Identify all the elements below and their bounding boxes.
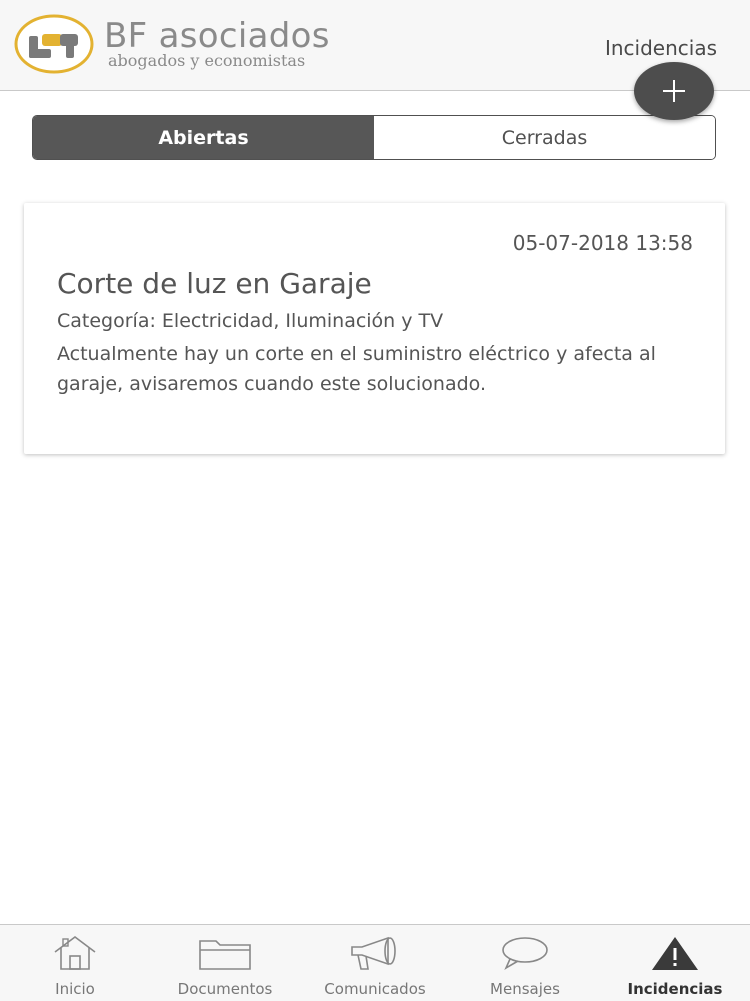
incident-title: Corte de luz en Garaje (57, 267, 372, 300)
tab-mensajes[interactable]: Mensajes (450, 925, 600, 1001)
tab-comunicados[interactable]: Comunicados (300, 925, 450, 1001)
brand-tagline: abogados y economistas (108, 51, 306, 70)
incident-card[interactable]: 05-07-2018 13:58 Corte de luz en Garaje … (24, 203, 725, 454)
plus-icon (663, 80, 685, 102)
folder-icon (199, 940, 251, 970)
tab-incidencias[interactable]: Incidencias (600, 925, 750, 1001)
page-title: Incidencias (604, 36, 717, 60)
tab-label: Inicio (55, 980, 95, 998)
logo-mark-icon (14, 14, 94, 74)
incident-date: 05-07-2018 13:58 (512, 231, 693, 255)
brand-logo: BF asociados abogados y economistas (14, 14, 394, 78)
tab-label: Comunicados (324, 980, 426, 998)
tab-inicio[interactable]: Inicio (0, 925, 150, 1001)
status-segmented-control: Abiertas Cerradas (32, 115, 716, 160)
incident-description: Actualmente hay un corte en el suministr… (57, 343, 656, 395)
incident-category: Categoría: Electricidad, Iluminación y T… (57, 310, 444, 332)
tab-label: Incidencias (627, 980, 723, 998)
chat-bubble-icon (502, 937, 548, 970)
brand-name: BF asociados (104, 16, 330, 56)
add-incident-button[interactable] (634, 62, 714, 120)
tab-documentos[interactable]: Documentos (150, 925, 300, 1001)
bottom-tab-bar: Inicio Documentos Comunicados Mensajes I… (0, 924, 750, 1001)
warning-icon (652, 937, 698, 970)
tab-open[interactable]: Abiertas (33, 116, 374, 159)
tab-label: Mensajes (490, 980, 560, 998)
home-icon (54, 936, 96, 970)
tab-label: Documentos (177, 980, 273, 998)
tab-closed[interactable]: Cerradas (374, 116, 715, 159)
megaphone-icon (351, 936, 396, 970)
